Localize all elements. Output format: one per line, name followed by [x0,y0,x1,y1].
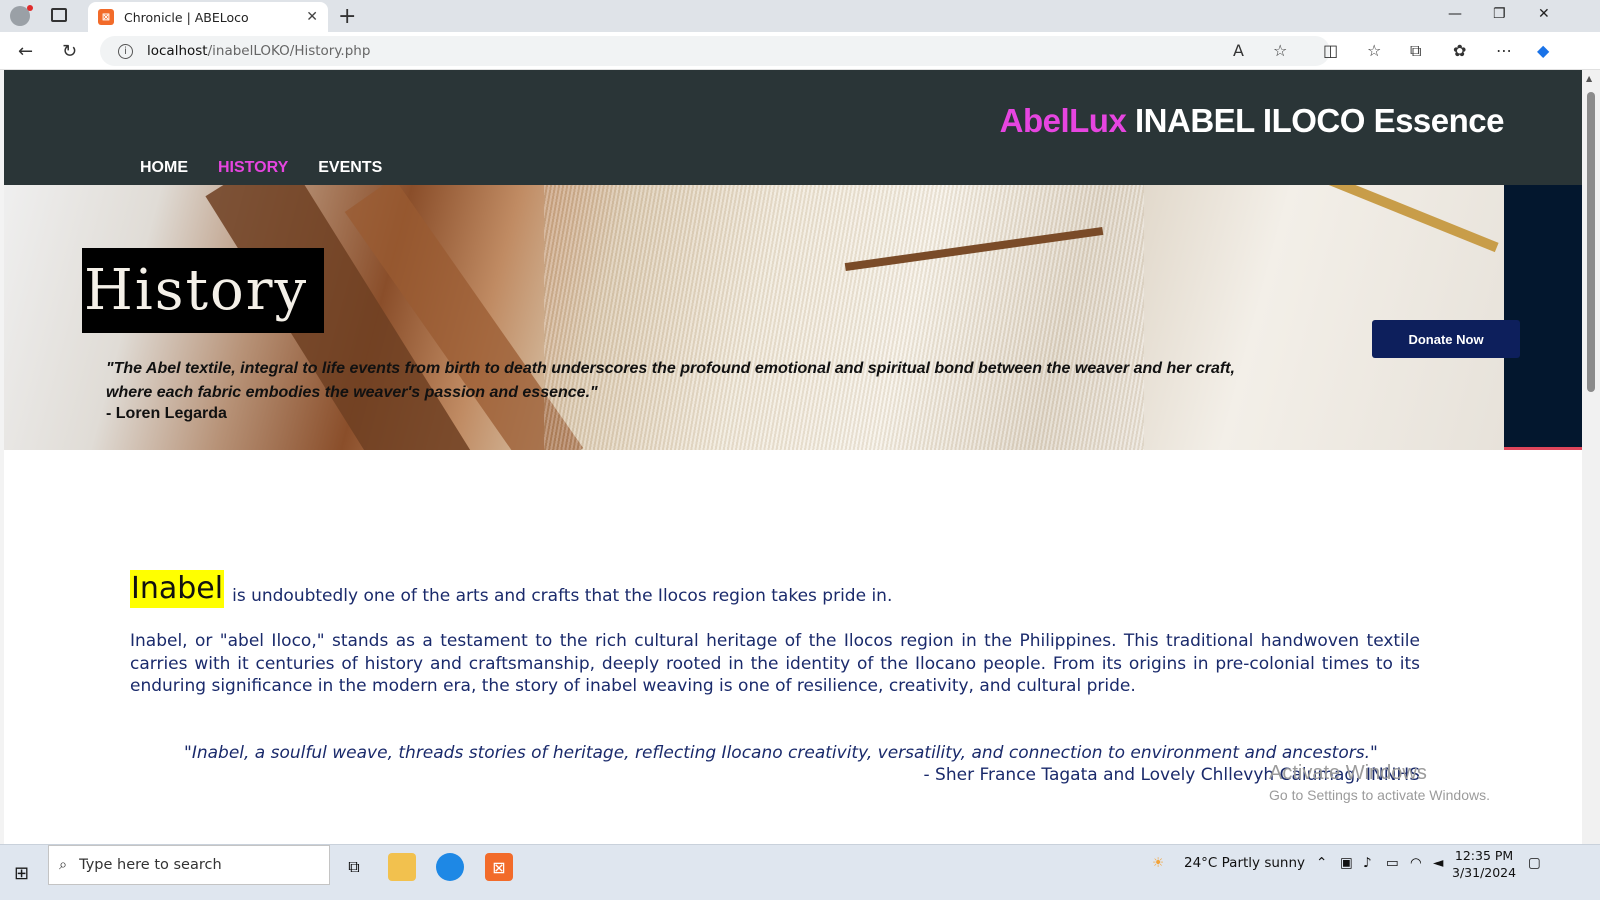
web-page: AbelLux INABEL ILOCO Essence HOME HISTOR… [4,70,1582,858]
url-host: localhost [147,43,208,59]
clock-time: 12:35 PM [1454,848,1514,863]
taskbar-search-input[interactable]: ⌕ Type here to search [48,845,330,885]
history-content: Inabel is undoubtedly one of the arts an… [130,570,1420,786]
extensions-icon[interactable]: ✿ [1453,41,1466,60]
tab-chronicle[interactable]: ⊠ Chronicle | ABELoco ✕ [88,2,328,32]
activate-windows-watermark: Activate Windows Go to Settings to activ… [1269,762,1490,803]
microphone-icon[interactable]: ♪ [1363,855,1372,871]
browser-tab-bar: ⊠ Chronicle | ABELoco ✕ + — ❐ ✕ [0,0,1600,32]
intro-text: is undoubtedly one of the arts and craft… [232,586,893,606]
windows-start-icon[interactable]: ⊞ [14,863,29,884]
hero-quote-line-2: where each fabric embodies the weaver's … [106,384,598,401]
hero-quote: "The Abel textile, integral to life even… [106,357,1326,405]
inabel-quote: "Inabel, a soulful weave, threads storie… [184,742,1378,763]
notification-dot-icon [27,5,33,11]
taskbar-clock[interactable]: 12:35 PM 3/31/2024 [1452,847,1516,881]
weather-icon[interactable]: ☀ [1152,855,1164,871]
weather-text[interactable]: 24°C Partly sunny [1184,855,1305,871]
restore-icon[interactable]: ❐ [1493,6,1506,22]
nav-history[interactable]: HISTORY [218,159,288,177]
tab-title: Chronicle | ABELoco [124,9,249,25]
site-brand[interactable]: AbelLux INABEL ILOCO Essence [999,102,1505,140]
edge-browser-icon[interactable] [436,853,464,881]
watermark-subtitle: Go to Settings to activate Windows. [1269,787,1490,803]
read-aloud-icon[interactable]: A [1233,41,1244,60]
search-placeholder: Type here to search [79,857,222,873]
clock-date: 3/31/2024 [1452,865,1517,880]
minimize-icon[interactable]: — [1448,6,1462,22]
refresh-icon[interactable]: ↻ [62,41,77,62]
intro-line: Inabel is undoubtedly one of the arts an… [130,570,1420,608]
copilot-icon[interactable]: ◆ [1537,41,1549,60]
battery-icon[interactable]: ▭ [1386,855,1399,871]
inabel-quote-author: - Sher France Tagata and Lovely Chllevyh… [923,764,1420,785]
favorites-icon[interactable]: ☆ [1367,41,1381,60]
split-screen-icon[interactable]: ◫ [1323,41,1338,60]
hero-banner: History "The Abel textile, integral to l… [4,185,1582,450]
url-path: /inabelLOKO/History.php [207,43,371,59]
brand-accent: AbelLux [999,102,1127,139]
tab-actions-icon[interactable] [51,8,67,22]
history-paragraph: Inabel, or "abel Iloco," stands as a tes… [130,631,1420,696]
task-view-icon[interactable]: ⧉ [340,853,368,881]
page-title: History [82,248,324,333]
tray-expand-icon[interactable]: ⌃ [1316,855,1327,871]
brand-name: INABEL ILOCO Essence [1126,102,1505,139]
new-tab-icon[interactable]: + [338,4,356,29]
hero-quote-line-1: "The Abel textile, integral to life even… [106,360,1235,377]
more-menu-icon[interactable]: ⋯ [1496,41,1512,60]
scroll-thumb[interactable] [1587,92,1595,392]
nav-events[interactable]: EVENTS [318,159,382,177]
search-icon: ⌕ [59,857,68,873]
collections-icon[interactable]: ⧉ [1410,41,1421,61]
windows-taskbar: ⊞ ⌕ Type here to search ⧉ ⊠ ☀ 24°C Partl… [0,844,1600,900]
donate-button[interactable]: Donate Now [1372,320,1520,358]
address-bar-row: ← ↻ i localhost/inabelLOKO/History.php A… [0,32,1600,70]
close-window-icon[interactable]: ✕ [1538,6,1550,22]
watermark-title: Activate Windows [1269,762,1427,784]
highlight-word: Inabel [130,570,225,608]
hero-quote-author: - Loren Legarda [106,405,227,422]
notifications-icon[interactable]: ▢ [1528,855,1541,871]
page-scrollbar[interactable]: ▲ ▼ [1582,70,1600,858]
xampp-icon[interactable]: ⊠ [485,853,513,881]
nav-home[interactable]: HOME [140,159,188,177]
favorite-star-icon[interactable]: ☆ [1273,41,1287,60]
url-input[interactable]: i localhost/inabelLOKO/History.php [100,36,1330,66]
meet-now-icon[interactable]: ▣ [1340,855,1353,871]
back-arrow-icon[interactable]: ← [18,41,33,62]
main-nav: HOME HISTORY EVENTS [140,159,382,177]
site-header: AbelLux INABEL ILOCO Essence HOME HISTOR… [4,70,1582,185]
wifi-icon[interactable]: ◠ [1410,855,1422,871]
site-info-icon[interactable]: i [118,43,133,59]
close-tab-icon[interactable]: ✕ [306,9,318,25]
scroll-up-icon[interactable]: ▲ [1586,74,1592,83]
volume-icon[interactable]: ◄ [1433,855,1443,871]
file-explorer-icon[interactable] [388,853,416,881]
xampp-favicon-icon: ⊠ [98,9,114,25]
